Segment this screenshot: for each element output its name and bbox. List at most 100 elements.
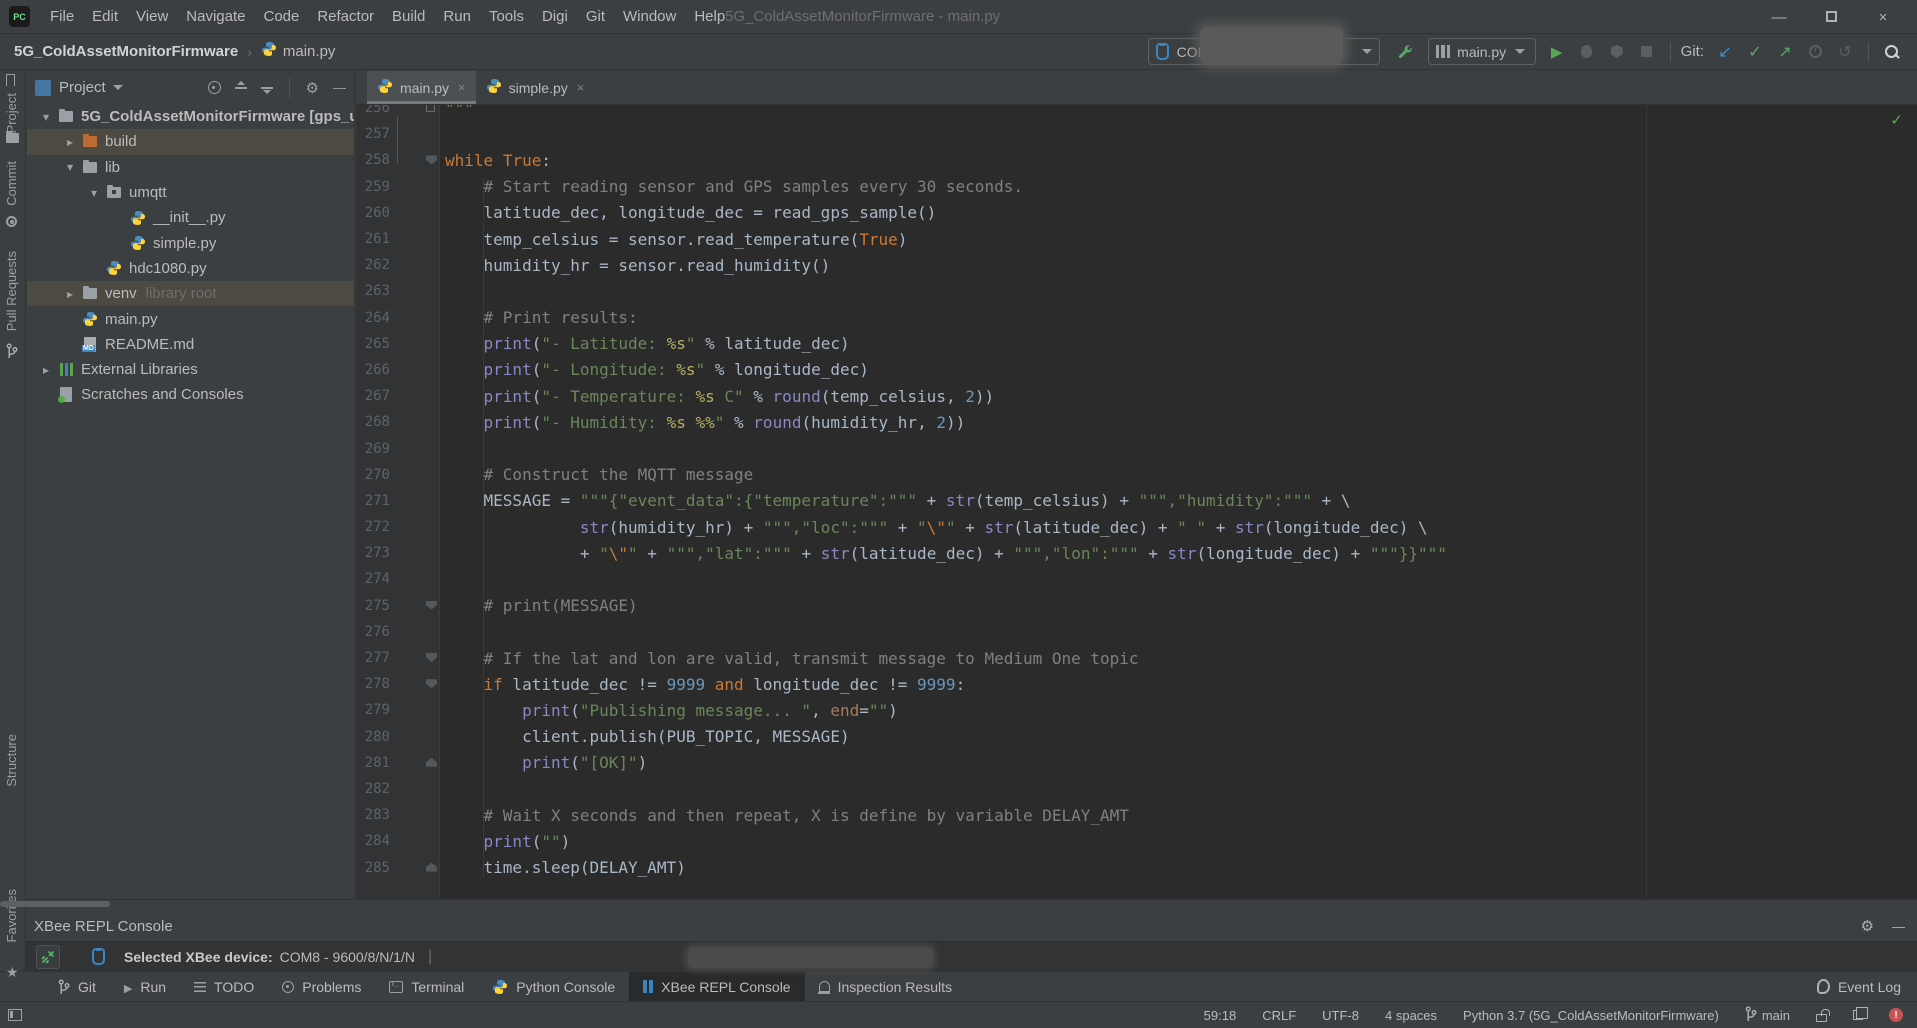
chevron-right-icon[interactable]: ▸ [35, 363, 57, 377]
git-push-button[interactable]: ↗ [1770, 42, 1800, 62]
sidebar-tab-structure[interactable]: Structure [4, 734, 19, 787]
tool-tab-git[interactable]: Git [44, 972, 110, 1001]
editor-tab-main-py[interactable]: main.py× [367, 71, 476, 104]
fold-column[interactable] [390, 750, 441, 776]
tree-row-lib[interactable]: ▾lib [27, 155, 354, 180]
tree-row-__init__.py[interactable]: __init__.py [27, 205, 354, 230]
sidebar-tab-commit[interactable]: Commit [4, 161, 19, 206]
menu-item-code[interactable]: Code [254, 8, 308, 25]
xbee-configure-button[interactable] [1390, 43, 1420, 61]
fold-column[interactable] [390, 593, 441, 619]
breadcrumb-project[interactable]: 5G_ColdAssetMonitorFirmware [14, 43, 238, 60]
tree-row-external[interactable]: ▸External Libraries [27, 357, 354, 382]
close-icon[interactable]: × [577, 80, 585, 95]
gear-icon[interactable] [306, 79, 319, 97]
sidebar-tab-pull-requests[interactable]: Pull Requests [4, 251, 19, 331]
fold-marker-icon[interactable] [426, 758, 437, 767]
chevron-right-icon[interactable]: ▸ [59, 287, 81, 301]
unlock-icon[interactable] [1816, 1014, 1827, 1022]
connect-button[interactable] [36, 945, 60, 969]
tool-tab-terminal[interactable]: Terminal [375, 972, 478, 1001]
maximize-button[interactable] [1805, 9, 1857, 26]
history-button[interactable] [1800, 45, 1830, 58]
chevron-down-icon[interactable]: ▾ [35, 110, 57, 124]
menu-item-build[interactable]: Build [383, 8, 434, 25]
expand-all-button[interactable] [235, 81, 247, 94]
fold-marker-icon[interactable] [426, 679, 437, 688]
tree-row-scratches[interactable]: Scratches and Consoles [27, 382, 354, 407]
status-item[interactable]: CRLF [1262, 1008, 1296, 1023]
run-config-combo[interactable]: main.py [1428, 38, 1536, 65]
tree-row-venv[interactable]: ▸venvlibrary root [27, 281, 354, 306]
git-branch-widget[interactable]: main [1745, 1006, 1790, 1024]
tree-row-5g_coldassetmonitorfirmware[interactable]: ▾5G_ColdAssetMonitorFirmware [gps_uart [27, 104, 354, 129]
tool-tab-problems[interactable]: Problems [268, 972, 375, 1001]
fold-column[interactable] [390, 854, 441, 880]
status-item[interactable]: 4 spaces [1385, 1008, 1437, 1023]
fold-marker-icon[interactable] [426, 105, 435, 112]
fold-marker-icon[interactable] [426, 155, 437, 164]
menu-item-edit[interactable]: Edit [83, 8, 127, 25]
tree-row-simple.py[interactable]: simple.py [27, 230, 354, 255]
error-indicator[interactable]: ! [1889, 1008, 1903, 1022]
code-editor[interactable]: 256"""257258while True:259 # Start readi… [356, 105, 1917, 899]
tool-tab-run[interactable]: Run [110, 972, 180, 1001]
fold-marker-icon[interactable] [426, 653, 437, 662]
fold-marker-icon[interactable] [426, 601, 437, 610]
status-item[interactable]: UTF-8 [1322, 1008, 1359, 1023]
menu-item-git[interactable]: Git [577, 8, 614, 25]
tree-row-umqtt[interactable]: ▾umqtt [27, 180, 354, 205]
tree-row-main.py[interactable]: main.py [27, 306, 354, 331]
menu-item-tools[interactable]: Tools [480, 8, 533, 25]
hide-panel-button[interactable] [333, 79, 346, 96]
tool-tab-inspection-results[interactable]: Inspection Results [805, 972, 966, 1001]
menu-item-window[interactable]: Window [614, 8, 685, 25]
menu-item-view[interactable]: View [127, 8, 177, 25]
sidebar-tab-favorites[interactable]: Favorites [4, 889, 19, 942]
menu-item-run[interactable]: Run [434, 8, 480, 25]
chevron-right-icon[interactable]: ▸ [59, 135, 81, 149]
fold-column[interactable] [390, 671, 441, 697]
status-item[interactable]: Python 3.7 (5G_ColdAssetMonitorFirmware) [1463, 1008, 1719, 1023]
tree-row-hdc1080.py[interactable]: hdc1080.py [27, 256, 354, 281]
fold-column[interactable] [390, 147, 441, 173]
inspections-ok-icon[interactable]: ✓ [1890, 111, 1903, 129]
search-everywhere-button[interactable] [1877, 44, 1907, 60]
menu-item-file[interactable]: File [41, 8, 83, 25]
fold-column[interactable] [390, 105, 441, 121]
tool-tab-xbee-repl-console[interactable]: XBee REPL Console [629, 972, 804, 1001]
event-log-button[interactable]: Event Log [1817, 972, 1901, 1001]
menu-item-digi[interactable]: Digi [533, 8, 577, 25]
git-update-button[interactable]: ↙ [1710, 42, 1740, 62]
layers-icon[interactable] [1853, 1010, 1863, 1020]
git-commit-button[interactable]: ✓ [1740, 42, 1770, 62]
tool-tab-todo[interactable]: TODO [180, 972, 268, 1001]
debug-button[interactable] [1572, 45, 1602, 58]
gear-icon[interactable] [1861, 917, 1874, 936]
status-item[interactable]: 59:18 [1204, 1008, 1237, 1023]
tree-row-readme.md[interactable]: README.md [27, 332, 354, 357]
tool-tab-python-console[interactable]: Python Console [478, 972, 629, 1001]
project-panel-title[interactable]: Project [59, 79, 106, 96]
hide-panel-button[interactable] [1892, 918, 1905, 936]
fold-column[interactable] [390, 645, 441, 671]
horizontal-scrollbar[interactable] [0, 901, 110, 907]
menu-item-refactor[interactable]: Refactor [308, 8, 383, 25]
run-button[interactable]: ▶ [1542, 43, 1572, 61]
close-button[interactable]: × [1857, 9, 1909, 26]
tool-window-toggle-icon[interactable] [8, 1009, 22, 1021]
fold-marker-icon[interactable] [426, 863, 437, 872]
locate-file-button[interactable] [208, 81, 221, 94]
breadcrumb-file[interactable]: main.py [283, 43, 336, 60]
chevron-down-icon[interactable]: ▾ [59, 160, 81, 174]
tree-row-build[interactable]: ▸build [27, 129, 354, 154]
editor-tab-simple-py[interactable]: simple.py× [476, 71, 595, 104]
menu-item-navigate[interactable]: Navigate [177, 8, 254, 25]
close-icon[interactable]: × [458, 80, 466, 95]
minimize-button[interactable]: — [1753, 9, 1805, 26]
rollback-button[interactable]: ↺ [1830, 42, 1860, 62]
sidebar-tab-project[interactable]: Project [4, 93, 19, 133]
collapse-all-button[interactable] [261, 81, 273, 94]
stop-button[interactable] [1632, 46, 1662, 57]
coverage-button[interactable] [1602, 45, 1632, 58]
